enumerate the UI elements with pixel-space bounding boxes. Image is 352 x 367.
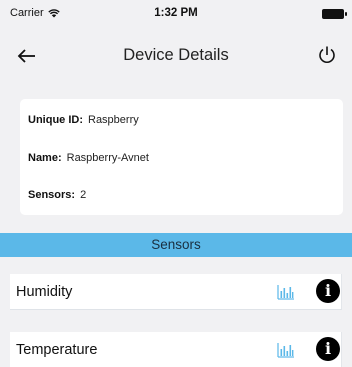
sensor-label: Temperature xyxy=(16,342,98,358)
sensors-section-header: Sensors xyxy=(0,233,352,257)
page-title: Device Details xyxy=(123,46,229,64)
sensors-count-row: Sensors: 2 xyxy=(28,189,86,201)
info-icon[interactable]: i xyxy=(316,337,340,361)
name-label: Name: xyxy=(28,152,62,164)
status-time: 1:32 PM xyxy=(154,7,198,19)
device-details-card: Unique ID: Raspberry Name: Raspberry-Avn… xyxy=(20,99,343,215)
battery-icon xyxy=(322,9,347,19)
name-row: Name: Raspberry-Avnet xyxy=(28,152,149,164)
unique-id-value: Raspberry xyxy=(88,114,139,126)
info-icon[interactable]: i xyxy=(316,279,340,303)
power-icon[interactable] xyxy=(316,44,338,66)
chart-icon[interactable] xyxy=(277,342,295,358)
unique-id-row: Unique ID: Raspberry xyxy=(28,114,139,126)
sensor-row-humidity[interactable]: Humidity i xyxy=(10,274,342,310)
nav-bar: Device Details xyxy=(0,28,352,84)
sensor-label: Humidity xyxy=(16,284,73,300)
name-value: Raspberry-Avnet xyxy=(66,152,149,164)
status-bar: Carrier 1:32 PM xyxy=(0,0,352,28)
sensor-row-temperature[interactable]: Temperature i xyxy=(10,332,342,367)
unique-id-label: Unique ID: xyxy=(28,114,83,126)
chart-icon[interactable] xyxy=(277,284,295,300)
sensors-count-value: 2 xyxy=(80,189,87,201)
sensors-label: Sensors: xyxy=(28,189,76,201)
